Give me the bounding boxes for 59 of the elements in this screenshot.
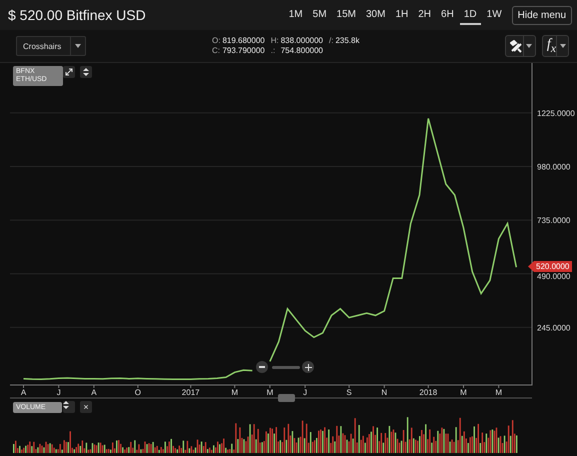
axis-label: S <box>346 388 352 397</box>
interval-tab[interactable]: 2H <box>414 6 436 24</box>
drawing-tools-button[interactable] <box>504 35 536 57</box>
axis-label: M <box>460 388 467 397</box>
interval-tab[interactable]: 15M <box>332 6 360 24</box>
axis-label: 245.0000 <box>537 323 570 332</box>
axis-label: M <box>266 388 274 397</box>
caret-icon <box>526 44 532 48</box>
axis-label: 2018 <box>419 388 438 397</box>
resize-button[interactable] <box>63 66 75 78</box>
axis-label: N <box>381 388 388 397</box>
up-down-arrows-icon <box>83 68 89 76</box>
axis-label: 490.0000 <box>537 272 570 281</box>
axis-label: A <box>91 388 97 397</box>
ohlc-label: O: <box>212 36 220 46</box>
ohlc-label: /: <box>328 36 334 46</box>
ohlc-value: 754.800000 <box>280 46 323 56</box>
page-title: $ 520.00 Bitfinex USD <box>8 7 147 23</box>
interval-tab[interactable]: 1H <box>391 6 412 24</box>
caret-icon <box>560 44 566 48</box>
ohlc-value: 793.790000 <box>222 46 265 56</box>
caret-icon <box>75 44 81 48</box>
ohlc-value: 838.000000 <box>280 36 323 46</box>
axis-label: J <box>56 388 61 397</box>
axis-label: M <box>495 388 502 397</box>
function-button[interactable]: f$_{x}$ <box>542 35 569 57</box>
move-button[interactable] <box>63 401 75 413</box>
close-button[interactable]: × <box>80 401 92 413</box>
interval-tab[interactable]: 5M <box>308 6 331 24</box>
up-down-arrows-icon <box>63 401 69 409</box>
plus-icon <box>304 364 312 370</box>
interval-tab[interactable]: 6H <box>437 6 458 24</box>
move-button[interactable] <box>80 66 92 78</box>
axis-label: 735.0000 <box>537 216 570 226</box>
axis-label: A <box>20 388 26 397</box>
cursor-dropdown[interactable]: Crosshairs <box>16 36 86 56</box>
zoom-out-button[interactable] <box>256 361 268 373</box>
last-price-tag: 520.0000 <box>528 261 572 272</box>
zoom-in-button[interactable] <box>302 361 314 373</box>
axis-label: 1225.0000 <box>537 108 575 118</box>
hide-menu-button[interactable]: Hide menu <box>512 6 572 24</box>
scroll-handle[interactable] <box>278 394 295 402</box>
ohlc-label: C: <box>212 46 220 56</box>
interval-tab[interactable]: 1D <box>460 6 481 24</box>
ohlc-label: .: <box>270 46 276 56</box>
ohlc-value: 235.8k <box>335 36 360 46</box>
ohlc-label: H: <box>270 36 279 46</box>
interval-tab[interactable]: 1M <box>284 6 307 24</box>
minus-icon <box>259 366 265 368</box>
interval-tab[interactable]: 30M <box>362 6 390 24</box>
axis-label: 2017 <box>182 388 200 397</box>
axis-label: O <box>134 388 142 397</box>
axis-label: J <box>303 388 308 397</box>
interval-tab[interactable]: 1W <box>482 6 506 24</box>
axis-label: 980.0000 <box>537 162 570 172</box>
resize-icon <box>65 68 73 76</box>
tools-icon <box>510 40 523 52</box>
axis-label: M <box>231 388 238 397</box>
ohlc-value: 819.680000 <box>222 36 265 46</box>
